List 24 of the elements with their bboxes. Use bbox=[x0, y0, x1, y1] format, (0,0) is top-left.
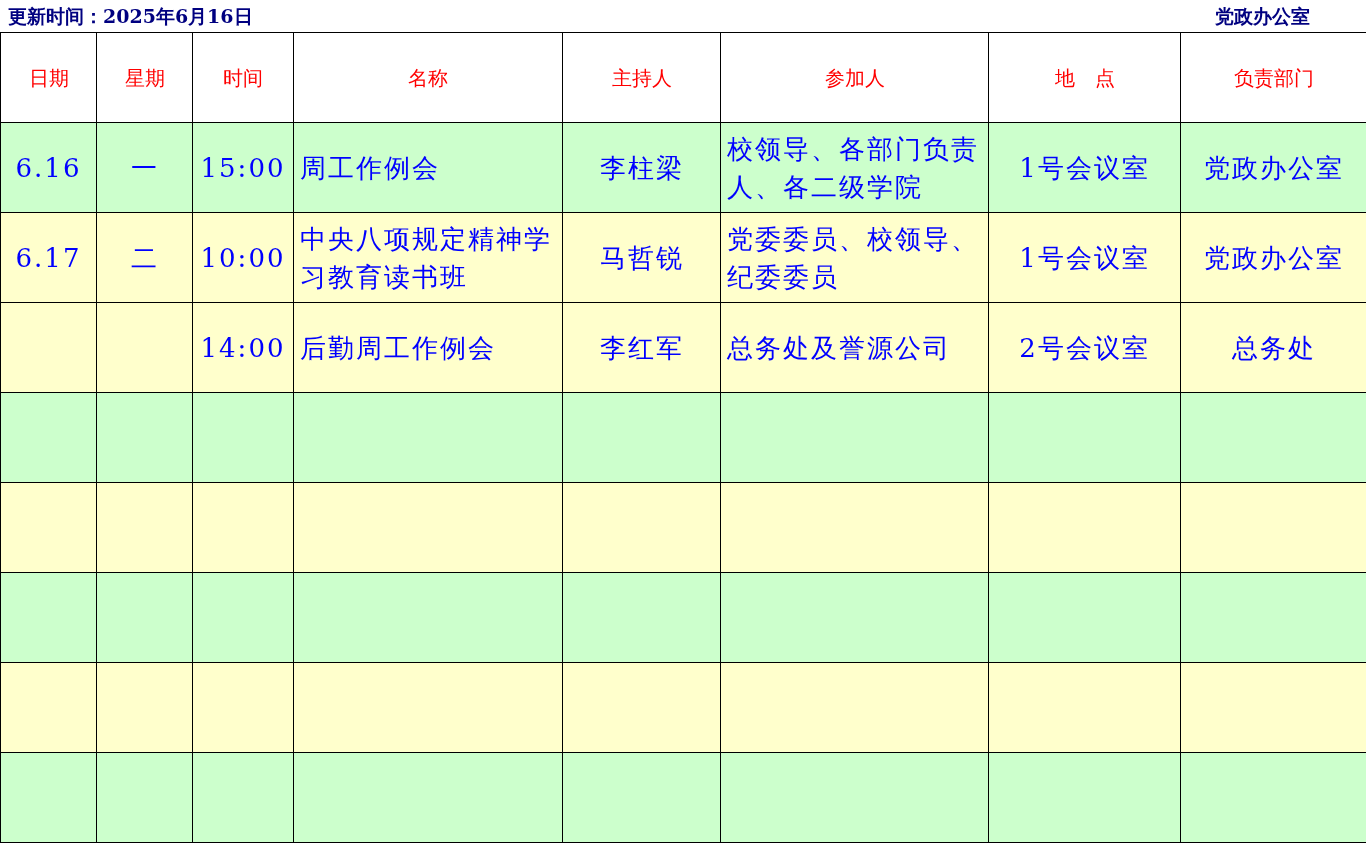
department-text: 总务处 bbox=[1231, 331, 1316, 365]
location-text: 2号会议室 bbox=[1019, 331, 1150, 365]
update-time-label: 更新时间：2025年6月16日 bbox=[8, 3, 253, 29]
weekday-text: 二 bbox=[130, 241, 159, 275]
location-text: 1号会议室 bbox=[1019, 151, 1150, 185]
time-text: 10:00 bbox=[200, 241, 286, 275]
meeting-name-text: 周工作例会 bbox=[300, 151, 440, 185]
date-text: 6.16 bbox=[15, 151, 82, 185]
office-label: 党政办公室 bbox=[1215, 3, 1310, 29]
host-text: 李红军 bbox=[599, 331, 684, 365]
attendees-text: 总务处及誉源公司 bbox=[727, 331, 951, 365]
attendees-text: 校领导、各部门负责人、各二级学院 bbox=[727, 132, 980, 204]
attendees-text: 党委委员、校领导、纪委委员 bbox=[727, 222, 980, 294]
time-text: 14:00 bbox=[200, 331, 286, 365]
time-text: 15:00 bbox=[200, 151, 286, 185]
host-text: 马哲锐 bbox=[599, 241, 684, 275]
department-text: 党政办公室 bbox=[1203, 151, 1344, 185]
weekday-text: 一 bbox=[130, 151, 159, 185]
department-text: 党政办公室 bbox=[1203, 241, 1344, 275]
meeting-name-text: 中央八项规定精神学习教育读书班 bbox=[300, 222, 553, 294]
location-text: 1号会议室 bbox=[1019, 241, 1150, 275]
meeting-name-text: 后勤周工作例会 bbox=[300, 331, 496, 365]
host-text: 李柱梁 bbox=[599, 151, 684, 185]
date-text: 6.17 bbox=[15, 241, 82, 275]
